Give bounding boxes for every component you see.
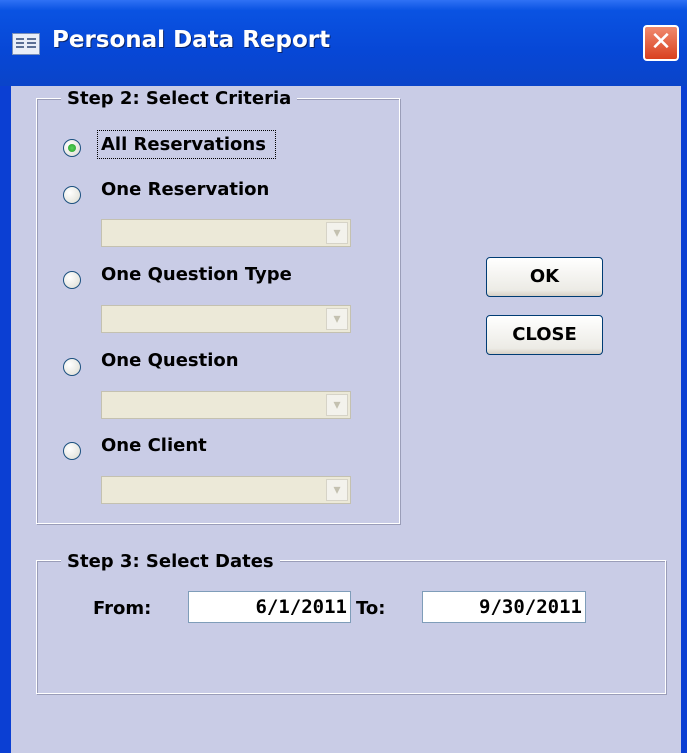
dates-legend: Step 3: Select Dates: [61, 551, 280, 572]
window-title: Personal Data Report: [52, 27, 331, 53]
client-select[interactable]: ▾: [101, 476, 351, 504]
criteria-legend: Step 2: Select Criteria: [61, 88, 298, 109]
radio-one-question[interactable]: [63, 358, 81, 376]
dates-group: [36, 560, 666, 694]
from-date-field[interactable]: 6/1/2011: [188, 591, 351, 623]
form-icon[interactable]: [12, 33, 40, 55]
label-all-reservations[interactable]: All Reservations: [97, 130, 276, 159]
question-type-select[interactable]: ▾: [101, 305, 351, 333]
radio-one-client[interactable]: [63, 442, 81, 460]
chevron-down-icon[interactable]: ▾: [326, 479, 348, 501]
close-window-button[interactable]: ✕: [643, 25, 679, 61]
dialog-window: Personal Data Report ✕ Step 2: Select Cr…: [0, 0, 687, 753]
radio-one-question-type[interactable]: [63, 271, 81, 289]
to-label: To:: [356, 598, 386, 619]
to-date-field[interactable]: 9/30/2011: [422, 591, 586, 623]
radio-one-reservation[interactable]: [63, 186, 81, 204]
radio-all-reservations[interactable]: [63, 139, 81, 157]
label-one-client[interactable]: One Client: [101, 435, 207, 456]
label-one-reservation[interactable]: One Reservation: [101, 179, 269, 200]
dialog-body: Step 2: Select Criteria All Reservations…: [11, 86, 681, 753]
label-one-question-type[interactable]: One Question Type: [101, 264, 292, 285]
close-button[interactable]: CLOSE: [486, 315, 603, 355]
chevron-down-icon[interactable]: ▾: [326, 394, 348, 416]
question-select[interactable]: ▾: [101, 391, 351, 419]
ok-button[interactable]: OK: [486, 257, 603, 297]
chevron-down-icon[interactable]: ▾: [326, 222, 348, 244]
from-label: From:: [93, 598, 152, 619]
reservation-select[interactable]: ▾: [101, 219, 351, 247]
chevron-down-icon[interactable]: ▾: [326, 308, 348, 330]
label-one-question[interactable]: One Question: [101, 350, 239, 371]
title-bar[interactable]: Personal Data Report ✕: [0, 0, 687, 86]
